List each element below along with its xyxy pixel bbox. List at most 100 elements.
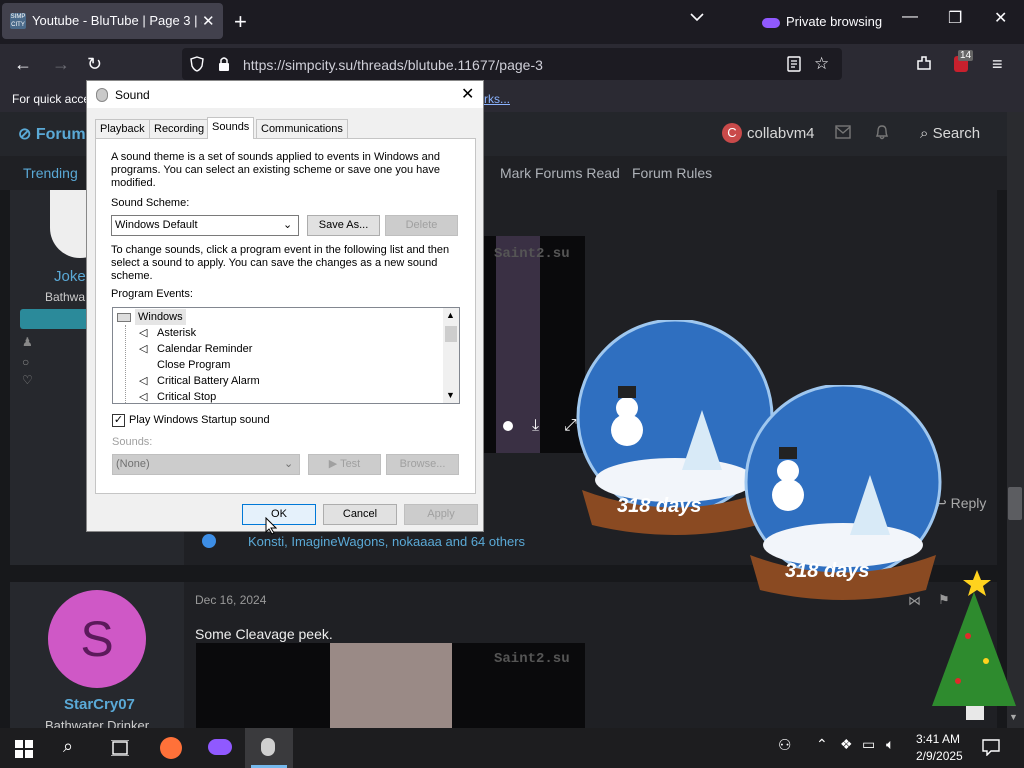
video-seek-handle[interactable]: [503, 421, 513, 431]
clock-time[interactable]: 3:41 AM: [916, 732, 960, 746]
sound-taskbar-button[interactable]: [245, 728, 293, 768]
event-item[interactable]: Critical Stop: [157, 389, 216, 403]
test-button[interactable]: ▶ Test: [308, 454, 381, 475]
user-avatar[interactable]: C: [722, 123, 742, 143]
event-item[interactable]: Windows: [135, 309, 186, 325]
browser-tab[interactable]: SIMP CITY Youtube - BluTube | Page 3 | S…: [2, 3, 223, 39]
program-events-list[interactable]: Windows ◁ Asterisk ◁ Calendar Reminder C…: [112, 307, 460, 404]
apply-button[interactable]: Apply: [404, 504, 478, 525]
tab-strip: SIMP CITY Youtube - BluTube | Page 3 | S…: [0, 0, 1024, 44]
speaker-icon: ◁: [139, 375, 148, 387]
tree-line: [125, 325, 126, 403]
post-a-author[interactable]: Joke: [54, 268, 86, 285]
window-close-icon[interactable]: ✕: [994, 8, 1007, 28]
task-view-icon[interactable]: [111, 740, 129, 756]
event-item[interactable]: Calendar Reminder: [157, 341, 252, 357]
firefox-taskbar-icon[interactable]: [160, 737, 182, 759]
events-scrollbar[interactable]: ▲ ▼: [443, 308, 459, 403]
bookmarks-hint-link[interactable]: rks...: [484, 92, 510, 106]
taskbar: ⌕ ⚇ ⌃ ❖ ▭ 🔈︎ 3:41 AM 2/9/2025: [0, 728, 1024, 768]
tab-sounds[interactable]: Sounds: [207, 117, 255, 139]
list-all-tabs-icon[interactable]: [690, 12, 704, 22]
bookmarks-hint-text: For quick acce: [12, 92, 91, 106]
scheme-value: Windows Default: [115, 219, 198, 231]
extensions-icon[interactable]: [915, 54, 933, 72]
cancel-button[interactable]: Cancel: [323, 504, 397, 525]
nav-trending[interactable]: Trending: [23, 165, 78, 181]
dialog-title: Sound: [115, 88, 150, 102]
back-icon[interactable]: ←: [14, 54, 32, 75]
username[interactable]: collabvm4: [747, 125, 815, 142]
delete-button[interactable]: Delete: [385, 215, 458, 236]
url-text[interactable]: https://simpcity.su/threads/blutube.1167…: [243, 57, 543, 73]
scroll-up-icon[interactable]: ▲: [446, 310, 455, 320]
tray-app-icon[interactable]: ❖: [840, 736, 853, 753]
tab-recording[interactable]: Recording: [149, 119, 210, 138]
start-windows-icon[interactable]: [15, 740, 33, 758]
tab-close-icon[interactable]: ✕: [202, 12, 215, 30]
reaction-list[interactable]: Konsti, ImagineWagons, nokaaaa and 64 ot…: [248, 534, 525, 549]
people-icon[interactable]: ⚇: [778, 736, 791, 754]
snow-globe-2: 318 days: [740, 385, 946, 605]
startup-sound-checkbox[interactable]: ✓: [112, 414, 125, 427]
forum-compass-icon: ⊘: [18, 126, 36, 143]
bookmark-star-icon[interactable]: ☆: [814, 54, 829, 74]
search-button[interactable]: ⌕ Search: [920, 125, 980, 142]
forward-icon[interactable]: →: [52, 54, 70, 75]
dialog-titlebar[interactable]: Sound ✕: [87, 81, 483, 108]
nav-forum-rules[interactable]: Forum Rules: [632, 165, 712, 181]
inbox-icon[interactable]: [835, 125, 851, 139]
video-download-icon[interactable]: ⤓: [532, 417, 539, 435]
sounds-select[interactable]: (None) ⌄: [112, 454, 300, 475]
dialog-close-icon[interactable]: ✕: [461, 84, 474, 104]
network-icon[interactable]: ▭: [862, 736, 875, 753]
events-scrollbar-thumb[interactable]: [445, 326, 457, 342]
clock-date[interactable]: 2/9/2025: [916, 749, 963, 763]
reader-view-icon[interactable]: [787, 56, 801, 72]
browse-button[interactable]: Browse...: [386, 454, 459, 475]
nav-mark-forums-read[interactable]: Mark Forums Read: [500, 165, 620, 181]
speaker-icon: ◁: [139, 343, 148, 355]
firefox-private-taskbar-icon[interactable]: [208, 739, 232, 755]
volume-icon[interactable]: 🔈︎: [886, 736, 894, 753]
event-item[interactable]: Critical Battery Alarm: [157, 373, 260, 389]
taskbar-search-icon[interactable]: ⌕: [63, 736, 73, 757]
post-b-text: Some Cleavage peek.: [195, 626, 333, 642]
url-bar[interactable]: https://simpcity.su/threads/blutube.1167…: [182, 48, 842, 80]
sound-dialog: Sound ✕ Playback Recording Sounds Commun…: [86, 80, 484, 532]
windows-folder-icon: [117, 313, 131, 322]
post-b-avatar[interactable]: S: [48, 590, 146, 688]
scheme-select[interactable]: Windows Default ⌄: [111, 215, 299, 236]
program-events-label: Program Events:: [111, 288, 193, 300]
forum-brand[interactable]: ⊘ Forum: [18, 124, 86, 144]
lock-icon[interactable]: [218, 56, 230, 72]
post-a-watermark: Saint2.su: [494, 246, 570, 262]
event-item[interactable]: Close Program: [157, 357, 230, 373]
action-center-icon[interactable]: [982, 738, 1000, 756]
post-a-messages-icon: ○: [22, 355, 30, 369]
tab-communications[interactable]: Communications: [256, 119, 348, 138]
reload-icon[interactable]: ↻: [87, 54, 102, 75]
page-scrollbar-thumb[interactable]: [1008, 487, 1022, 520]
tab-playback[interactable]: Playback: [95, 119, 150, 138]
minimize-icon[interactable]: —: [902, 8, 918, 26]
startup-sound-label[interactable]: Play Windows Startup sound: [129, 414, 270, 426]
restore-icon[interactable]: ❐: [948, 8, 962, 28]
scroll-down-small-icon[interactable]: ▼: [446, 390, 455, 400]
globe-1-label: 318 days: [617, 495, 702, 517]
alerts-bell-icon[interactable]: [874, 124, 890, 140]
post-b-video[interactable]: Saint2.su: [196, 643, 585, 728]
post-b-author[interactable]: StarCry07: [64, 696, 135, 713]
new-tab-icon[interactable]: +: [234, 9, 247, 35]
save-as-button[interactable]: Save As...: [307, 215, 380, 236]
post-b-date[interactable]: Dec 16, 2024: [195, 593, 266, 607]
post-a-user-title: Bathwa: [45, 290, 86, 304]
ok-button[interactable]: OK: [242, 504, 316, 525]
theme-intro-text: A sound theme is a set of sounds applied…: [111, 151, 440, 189]
search-icon: ⌕: [920, 125, 933, 142]
tracking-shield-icon[interactable]: [190, 56, 204, 72]
tray-overflow-icon[interactable]: ⌃: [816, 736, 828, 753]
change-sounds-text: To change sounds, click a program event …: [111, 244, 450, 282]
app-menu-icon[interactable]: ≡: [992, 54, 1003, 75]
event-item[interactable]: Asterisk: [157, 325, 196, 341]
